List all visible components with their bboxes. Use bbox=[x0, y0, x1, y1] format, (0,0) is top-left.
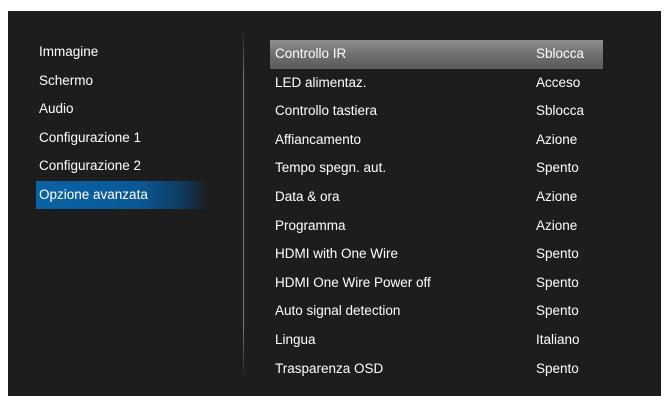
setting-value: Sblocca bbox=[536, 46, 585, 61]
sidebar-item-configurazione-1[interactable]: Configurazione 1 bbox=[36, 124, 208, 153]
setting-label: Data & ora bbox=[275, 188, 340, 204]
osd-menu: Immagine Schermo Audio Configurazione 1 … bbox=[8, 11, 661, 396]
sidebar-item-immagine[interactable]: Immagine bbox=[36, 38, 208, 67]
setting-row-controllo-tastiera[interactable]: Controllo tastiera Sblocca bbox=[270, 97, 603, 126]
setting-row-hdmi-with-one-wire[interactable]: HDMI with One Wire Spento bbox=[270, 240, 603, 269]
setting-label: Controllo IR bbox=[275, 46, 347, 61]
setting-value: Spento bbox=[536, 303, 579, 319]
setting-label: Trasparenza OSD bbox=[275, 360, 384, 376]
sidebar-item-configurazione-2[interactable]: Configurazione 2 bbox=[36, 152, 208, 181]
setting-row-data-ora[interactable]: Data & ora Azione bbox=[270, 183, 603, 212]
setting-value: Acceso bbox=[536, 74, 581, 90]
setting-value: Azione bbox=[536, 131, 578, 147]
setting-label: HDMI One Wire Power off bbox=[275, 274, 431, 290]
setting-label: Auto signal detection bbox=[275, 303, 401, 319]
settings-list: Controllo IR Sblocca LED alimentaz. Acce… bbox=[270, 40, 603, 383]
setting-label: Affiancamento bbox=[275, 131, 362, 147]
sidebar-item-audio[interactable]: Audio bbox=[36, 95, 208, 124]
setting-value: Spento bbox=[536, 274, 579, 290]
setting-row-tempo-spegn-aut[interactable]: Tempo spegn. aut. Spento bbox=[270, 154, 603, 183]
setting-value: Azione bbox=[536, 217, 578, 233]
sidebar-item-opzione-avanzata[interactable]: Opzione avanzata bbox=[36, 180, 208, 209]
setting-value: Spento bbox=[536, 360, 579, 376]
setting-row-auto-signal-detection[interactable]: Auto signal detection Spento bbox=[270, 297, 603, 326]
setting-label: HDMI with One Wire bbox=[275, 246, 399, 262]
menu-category-list: Immagine Schermo Audio Configurazione 1 … bbox=[36, 38, 208, 209]
sidebar-item-schermo[interactable]: Schermo bbox=[36, 67, 208, 96]
setting-label: Controllo tastiera bbox=[275, 103, 378, 119]
setting-row-affiancamento[interactable]: Affiancamento Azione bbox=[270, 126, 603, 155]
setting-row-lingua[interactable]: Lingua Italiano bbox=[270, 326, 603, 355]
setting-label: LED alimentaz. bbox=[275, 74, 367, 90]
setting-value: Italiano bbox=[536, 331, 580, 347]
setting-value: Azione bbox=[536, 188, 578, 204]
setting-row-hdmi-one-wire-power-off[interactable]: HDMI One Wire Power off Spento bbox=[270, 269, 603, 298]
setting-value: Sblocca bbox=[536, 103, 585, 119]
menu-divider bbox=[243, 27, 244, 379]
setting-label: Programma bbox=[275, 217, 346, 233]
setting-label: Lingua bbox=[275, 331, 316, 347]
setting-row-led-alimentaz[interactable]: LED alimentaz. Acceso bbox=[270, 69, 603, 98]
setting-value: Spento bbox=[536, 246, 579, 262]
setting-row-trasparenza-osd[interactable]: Trasparenza OSD Spento bbox=[270, 355, 603, 384]
setting-row-controllo-ir[interactable]: Controllo IR Sblocca bbox=[270, 40, 603, 69]
setting-row-programma[interactable]: Programma Azione bbox=[270, 212, 603, 241]
setting-value: Spento bbox=[536, 160, 579, 176]
setting-label: Tempo spegn. aut. bbox=[275, 160, 387, 176]
